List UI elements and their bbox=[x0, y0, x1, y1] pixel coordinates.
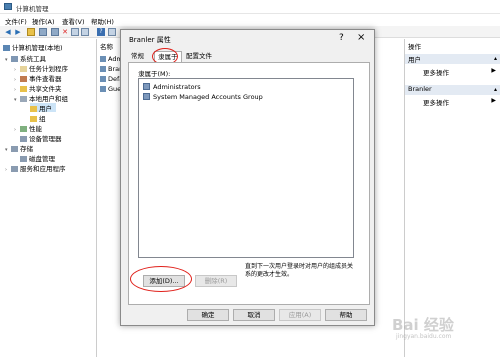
actions-pane: 操作 用户 ▴ 更多操作 ▶ Branler ▴ 更多操作 ▶ bbox=[404, 39, 500, 357]
help-icon[interactable]: ? bbox=[339, 33, 344, 43]
navigation-tree: 计算机管理(本地) ▾ 系统工具 › 任务计划程序 › 事件查看器 › 共享文件夹 ▾ 本… bbox=[0, 39, 97, 357]
tree-item-system-tools[interactable]: ▾ 系统工具 bbox=[5, 53, 46, 63]
folder-icon bbox=[20, 86, 27, 92]
tree-item-performance[interactable]: › 性能 bbox=[14, 123, 42, 133]
forward-icon[interactable]: ▶ bbox=[14, 28, 22, 36]
tree-item-groups[interactable]: 组 bbox=[30, 113, 46, 123]
show-tree-icon[interactable] bbox=[39, 28, 47, 36]
remove-button[interactable]: 删除(R) bbox=[195, 275, 237, 287]
user-icon bbox=[100, 56, 106, 62]
collapse-icon[interactable]: ▴ bbox=[494, 86, 497, 93]
member-list[interactable]: Administrators System Managed Accounts G… bbox=[138, 78, 354, 258]
tree-item-event-viewer[interactable]: › 事件查看器 bbox=[14, 73, 62, 83]
tree-item-users[interactable]: 用户 bbox=[30, 103, 56, 113]
tree-item-device-manager[interactable]: 设备管理器 bbox=[20, 133, 62, 143]
device-icon bbox=[20, 136, 27, 142]
back-icon[interactable]: ◀ bbox=[4, 28, 12, 36]
list-item[interactable]: System Managed Accounts Group bbox=[143, 93, 263, 102]
more-actions-branler[interactable]: 更多操作 bbox=[423, 97, 449, 107]
user-icon bbox=[100, 76, 106, 82]
tree-item-services-apps[interactable]: › 服务和应用程序 bbox=[5, 163, 66, 173]
tree-root[interactable]: 计算机管理(本地) bbox=[3, 42, 63, 52]
properties-dialog: Branler 属性 ? × 常规 隶属于 配置文件 隶属于(M): Admin… bbox=[120, 29, 375, 326]
menu-file[interactable]: 文件(F) bbox=[5, 16, 27, 26]
tree-item-storage[interactable]: ▾ 存储 bbox=[5, 143, 33, 153]
tools-icon bbox=[11, 56, 18, 62]
clock-icon bbox=[20, 66, 27, 72]
tree-item-disk-management[interactable]: 磁盘管理 bbox=[20, 153, 55, 163]
help-button[interactable]: 帮助 bbox=[325, 309, 367, 321]
tab-general[interactable]: 常规 bbox=[128, 51, 147, 62]
cancel-button[interactable]: 取消 bbox=[233, 309, 275, 321]
actions-section-users[interactable]: 用户 ▴ bbox=[405, 54, 500, 64]
services-icon bbox=[11, 166, 18, 172]
storage-icon bbox=[11, 146, 18, 152]
tree-item-local-users-groups[interactable]: ▾ 本地用户和组 bbox=[14, 93, 68, 103]
refresh-icon[interactable] bbox=[81, 28, 89, 36]
disk-icon bbox=[20, 156, 27, 162]
list-item[interactable]: Administrators bbox=[143, 83, 201, 92]
event-icon bbox=[20, 76, 27, 82]
ok-button[interactable]: 确定 bbox=[187, 309, 229, 321]
actions-section-branler[interactable]: Branler ▴ bbox=[405, 85, 500, 95]
menu-view[interactable]: 查看(V) bbox=[62, 16, 85, 26]
delete-icon[interactable]: ✕ bbox=[61, 28, 69, 36]
red-circle-add-highlight bbox=[130, 266, 192, 292]
window-title: 计算机管理 bbox=[16, 5, 49, 13]
group-icon bbox=[143, 83, 150, 90]
baidu-watermark-url: jingyan.baidu.com bbox=[396, 333, 452, 340]
menu-action[interactable]: 操作(A) bbox=[32, 16, 55, 26]
more-actions-users[interactable]: 更多操作 bbox=[423, 67, 449, 77]
collapse-icon[interactable]: ▴ bbox=[494, 55, 497, 62]
member-of-panel: 隶属于(M): Administrators System Managed Ac… bbox=[128, 62, 370, 305]
submenu-arrow-icon: ▶ bbox=[491, 97, 496, 104]
member-of-label: 隶属于(M): bbox=[138, 70, 171, 78]
performance-icon bbox=[20, 126, 27, 132]
help-icon[interactable]: ? bbox=[97, 28, 105, 36]
baidu-watermark: Bai 经验 bbox=[392, 316, 454, 334]
folder-icon bbox=[30, 116, 37, 122]
close-icon[interactable]: × bbox=[357, 32, 365, 43]
user-icon bbox=[100, 66, 106, 72]
user-icon bbox=[100, 86, 106, 92]
computer-icon bbox=[3, 45, 10, 51]
users-icon bbox=[20, 96, 27, 102]
app-icon bbox=[4, 3, 12, 10]
group-icon bbox=[143, 93, 150, 100]
folder-up-icon[interactable] bbox=[27, 28, 35, 36]
properties-icon[interactable] bbox=[51, 28, 59, 36]
menu-bar: 文件(F) 操作(A) 查看(V) 帮助(H) bbox=[0, 14, 500, 26]
submenu-arrow-icon: ▶ bbox=[491, 67, 496, 74]
window-titlebar: 计算机管理 bbox=[0, 0, 500, 14]
tree-item-shared-folders[interactable]: › 共享文件夹 bbox=[14, 83, 62, 93]
view-icon[interactable] bbox=[108, 28, 116, 36]
tree-item-task-scheduler[interactable]: › 任务计划程序 bbox=[14, 63, 68, 73]
membership-note: 直到下一次用户登录时对用户的组成员关系的更改才生效。 bbox=[245, 263, 354, 278]
actions-header: 操作 bbox=[408, 43, 421, 51]
folder-icon bbox=[30, 106, 37, 112]
column-header-name[interactable]: 名称 bbox=[100, 41, 113, 51]
tab-profile[interactable]: 配置文件 bbox=[183, 51, 215, 62]
apply-button[interactable]: 应用(A) bbox=[279, 309, 321, 321]
dialog-title: Branler 属性 bbox=[129, 36, 171, 44]
export-icon[interactable] bbox=[71, 28, 79, 36]
menu-help[interactable]: 帮助(H) bbox=[91, 16, 114, 26]
